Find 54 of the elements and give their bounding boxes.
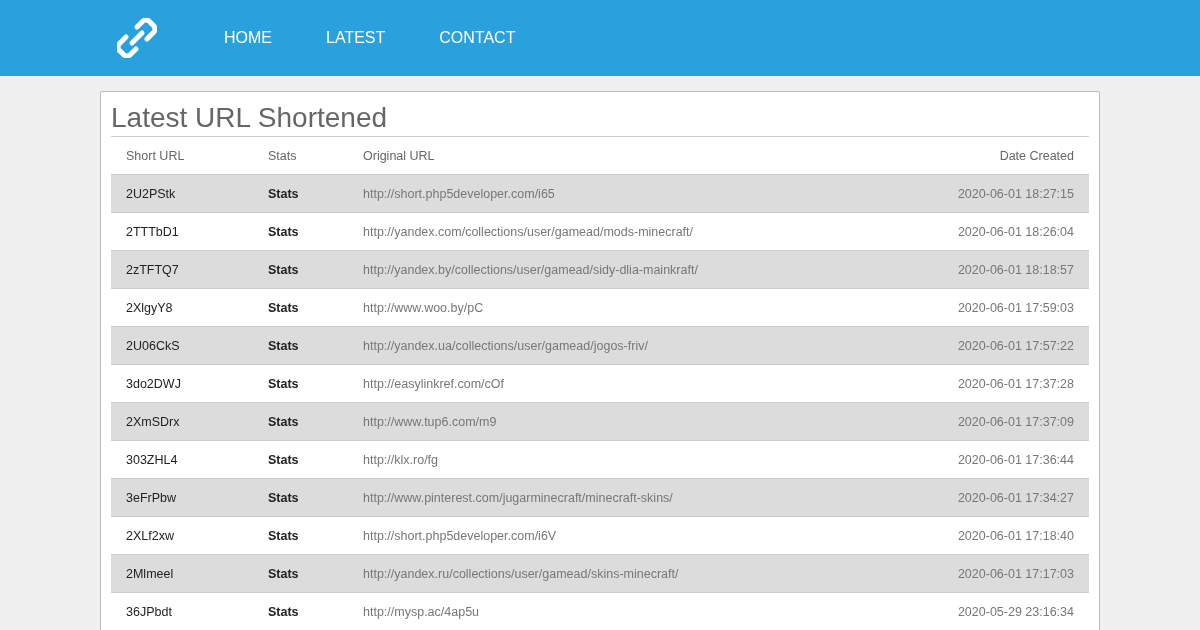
stats-link[interactable]: Stats — [253, 554, 348, 593]
short-url-cell: 2XmSDrx — [111, 402, 253, 441]
original-url-cell: http://easylinkref.com/cOf — [348, 364, 878, 403]
stats-link[interactable]: Stats — [253, 402, 348, 441]
date-cell: 2020-06-01 17:36:44 — [877, 440, 1089, 479]
short-url-cell: 2U2PStk — [111, 174, 253, 213]
date-cell: 2020-05-29 23:16:34 — [877, 592, 1089, 630]
original-url-cell: http://www.tup6.com/m9 — [348, 402, 878, 441]
original-url-cell: http://klx.ro/fg — [348, 440, 878, 479]
original-url-cell: http://mysp.ac/4ap5u — [348, 592, 878, 630]
stats-link[interactable]: Stats — [253, 212, 348, 251]
short-url-cell: 2XlgyY8 — [111, 288, 253, 327]
date-cell: 2020-06-01 17:37:28 — [877, 364, 1089, 403]
stats-link[interactable]: Stats — [253, 592, 348, 630]
original-url-cell: http://www.woo.by/pC — [348, 288, 878, 327]
date-cell: 2020-06-01 17:57:22 — [877, 326, 1089, 365]
short-url-cell: 3do2DWJ — [111, 364, 253, 403]
stats-link[interactable]: Stats — [253, 364, 348, 403]
column-header: Stats — [253, 137, 348, 175]
stats-link[interactable]: Stats — [253, 478, 348, 517]
original-url-cell: http://short.php5developer.com/i65 — [348, 174, 878, 213]
short-url-cell: 36JPbdt — [111, 592, 253, 630]
stats-link[interactable]: Stats — [253, 250, 348, 289]
short-url-cell: 2U06CkS — [111, 326, 253, 365]
column-header: Original URL — [348, 137, 878, 175]
date-cell: 2020-06-01 18:26:04 — [877, 212, 1089, 251]
date-cell: 2020-06-01 17:17:03 — [877, 554, 1089, 593]
original-url-cell: http://yandex.ru/collections/user/gamead/skins-minecraft/ — [348, 554, 878, 593]
date-cell: 2020-06-01 18:27:15 — [877, 174, 1089, 213]
stats-link[interactable]: Stats — [253, 288, 348, 327]
original-url-cell: http://yandex.ua/collections/user/gamead/jogos-friv/ — [348, 326, 878, 365]
stats-link[interactable]: Stats — [253, 516, 348, 555]
short-url-cell: 2XLf2xw — [111, 516, 253, 555]
date-cell: 2020-06-01 17:18:40 — [877, 516, 1089, 555]
original-url-cell: http://short.php5developer.com/i6V — [348, 516, 878, 555]
date-cell: 2020-06-01 18:18:57 — [877, 250, 1089, 289]
stats-link[interactable]: Stats — [253, 174, 348, 213]
stats-link[interactable]: Stats — [253, 326, 348, 365]
chain-link-icon[interactable] — [117, 18, 157, 58]
short-url-cell: 2TTTbD1 — [111, 212, 253, 251]
date-cell: 2020-06-01 17:59:03 — [877, 288, 1089, 327]
original-url-cell: http://yandex.com/collections/user/gamead/mods-minecraft/ — [348, 212, 878, 251]
short-url-cell: 303ZHL4 — [111, 440, 253, 479]
original-url-cell: http://yandex.by/collections/user/gamead/sidy-dlia-mainkraft/ — [348, 250, 878, 289]
short-url-cell: 2Mlmeel — [111, 554, 253, 593]
short-url-cell: 2zTFTQ7 — [111, 250, 253, 289]
column-header: Date Created — [877, 137, 1089, 175]
short-url-cell: 3eFrPbw — [111, 478, 253, 517]
date-cell: 2020-06-01 17:37:09 — [877, 402, 1089, 441]
original-url-cell: http://www.pinterest.com/jugarminecraft/minecraft-skins/ — [348, 478, 878, 517]
page-title: Latest URL Shortened — [111, 102, 1089, 137]
date-cell: 2020-06-01 17:34:27 — [877, 478, 1089, 517]
column-header: Short URL — [111, 137, 253, 175]
stats-link[interactable]: Stats — [253, 440, 348, 479]
